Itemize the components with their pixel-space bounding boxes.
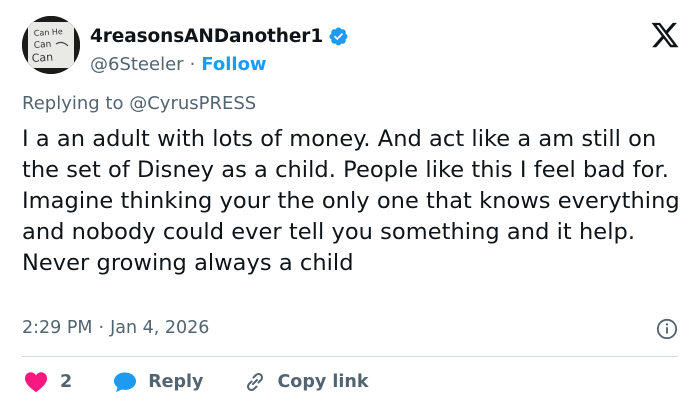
like-button[interactable]: 2: [24, 371, 72, 393]
display-name[interactable]: 4reasonsANDanother1: [90, 26, 323, 47]
heart-icon: [24, 371, 48, 393]
name-row: 4reasonsANDanother1: [90, 23, 349, 49]
replying-mention[interactable]: @CyrusPRESS: [129, 93, 256, 114]
tweet-text: I a an adult with lots of money. And act…: [22, 126, 680, 276]
tweet-date: Jan 4, 2026: [110, 318, 210, 338]
avatar-text-line-2: Can: [34, 40, 52, 51]
x-logo-icon[interactable]: [650, 20, 680, 50]
copy-link-button[interactable]: Copy link: [233, 370, 368, 394]
tweet-time: 2:29 PM: [22, 318, 93, 338]
replying-prefix: Replying to: [22, 93, 124, 114]
replying-to: Replying to @CyrusPRESS: [22, 93, 256, 114]
like-count: 2: [60, 372, 73, 392]
reply-bubble-icon: [113, 371, 137, 393]
separator-dot: ·: [98, 318, 105, 338]
tweet-timestamp[interactable]: 2:29 PM · Jan 4, 2026: [22, 318, 209, 338]
copy-link-label: Copy link: [277, 372, 369, 392]
reply-button[interactable]: Reply: [102, 371, 203, 393]
verified-badge-icon: [328, 26, 349, 47]
avatar-text-line-3: Can: [31, 51, 53, 65]
info-icon[interactable]: [656, 318, 678, 340]
handle[interactable]: @6Steeler: [90, 54, 184, 75]
avatar[interactable]: Can He Can Can: [22, 16, 80, 74]
separator-dot: ·: [189, 53, 196, 75]
tweet-header: Can He Can Can 4reasonsANDanother1 @6Ste…: [22, 16, 682, 78]
divider: [22, 356, 678, 357]
follow-button[interactable]: Follow: [201, 54, 266, 75]
reply-label: Reply: [148, 372, 204, 392]
author-identity: 4reasonsANDanother1 @6Steeler · Follow: [90, 23, 349, 77]
handle-row: @6Steeler · Follow: [90, 51, 349, 77]
action-bar: 2 Reply Copy link: [24, 368, 368, 396]
link-icon: [243, 370, 267, 394]
